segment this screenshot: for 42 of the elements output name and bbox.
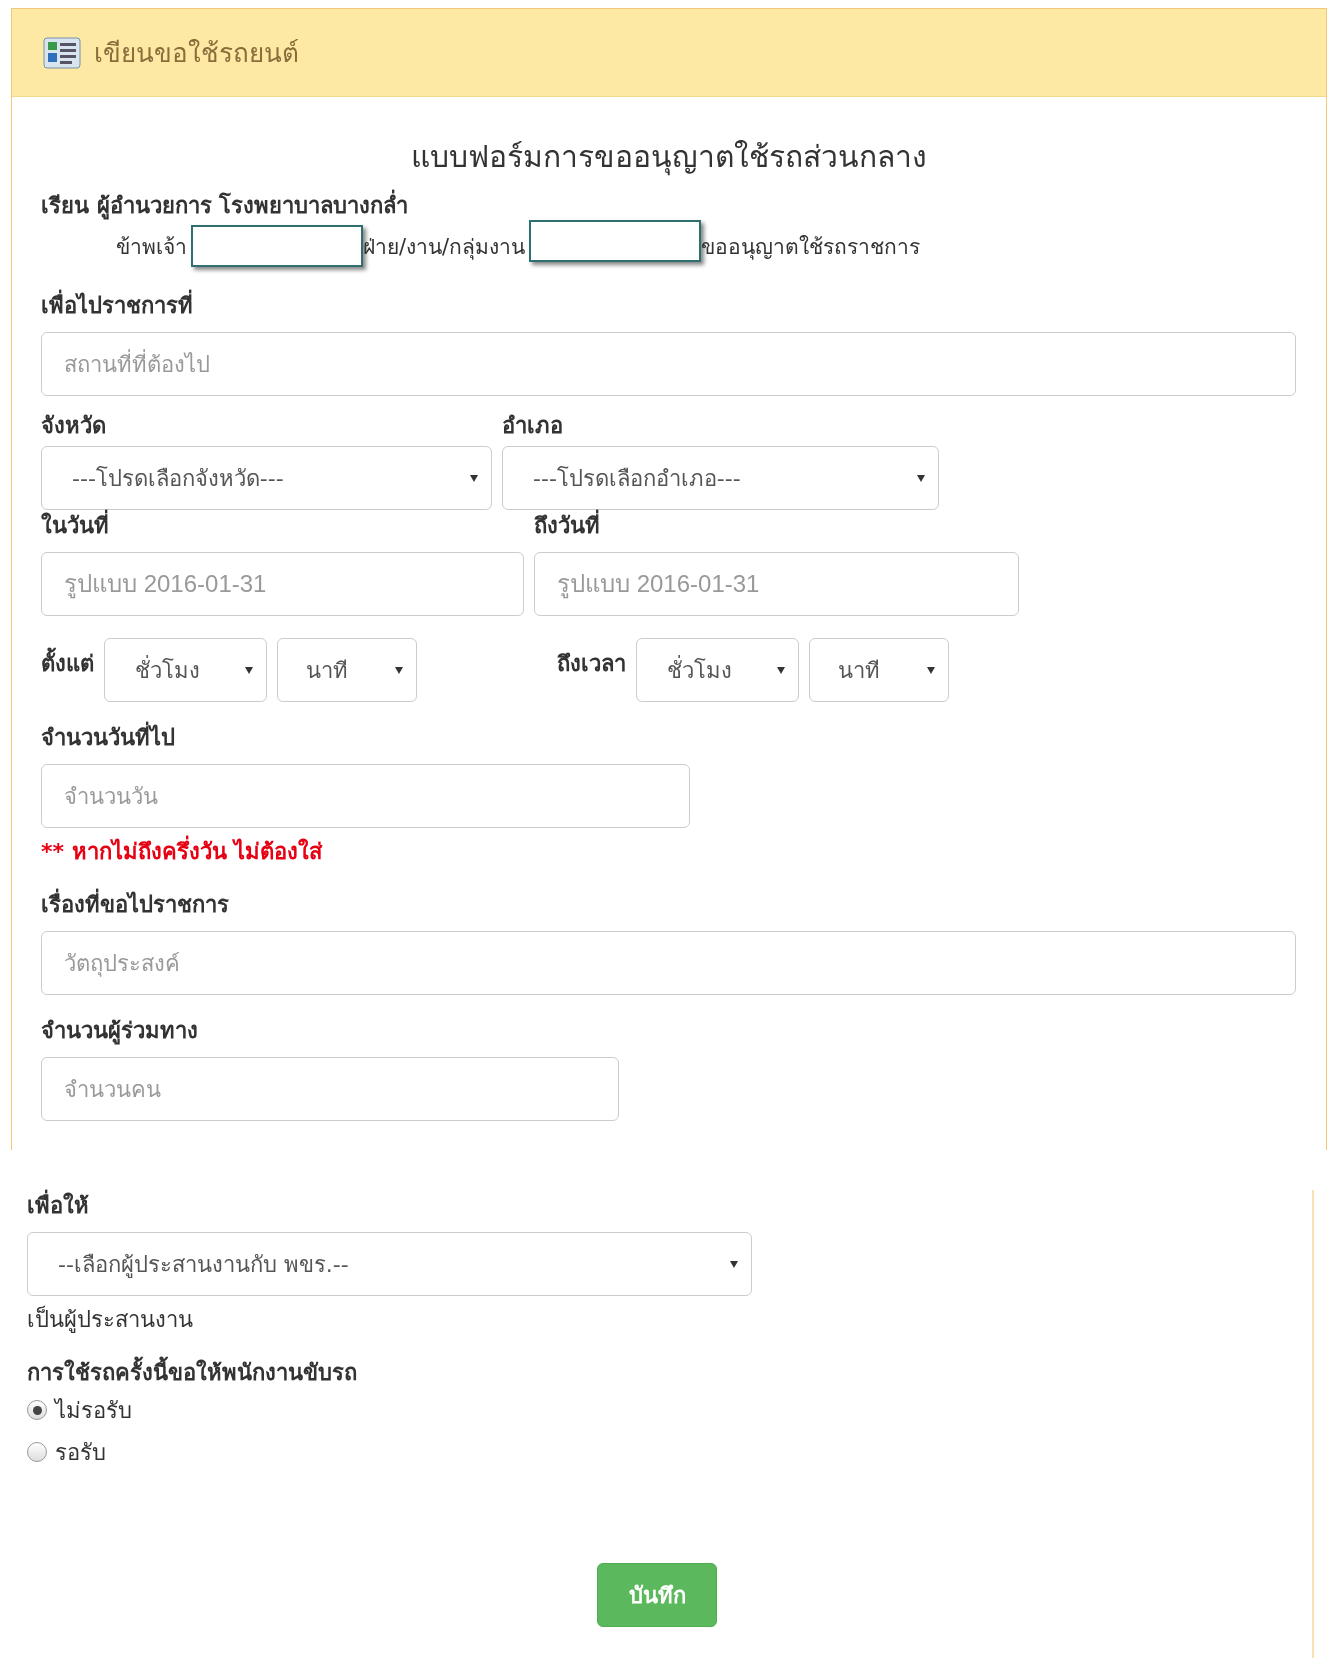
field-label: เรื่องที่ขอไปราชการ — [41, 889, 1296, 921]
field-label: จำนวนผู้ร่วมทาง — [41, 1017, 199, 1047]
field-label: ถึงวันที่ — [534, 510, 1019, 542]
dropdown[interactable]: --เลือกผู้ประสานงานกับ พขร.-- — [27, 1232, 752, 1296]
field-label: ถึงเวลา — [557, 650, 626, 678]
field-label: จังหวัด — [41, 412, 107, 440]
dropdown[interactable]: นาที — [277, 638, 417, 702]
caret-icon — [469, 473, 479, 483]
radio-label: รอรับ — [55, 1438, 106, 1467]
input-field[interactable] — [529, 220, 702, 262]
field-label: จำนวนวันที่ไป — [41, 722, 1296, 754]
field-label: การใช้รถครั้งนี้ขอให้พนักงานขับรถ — [27, 1357, 1312, 1389]
field-label: ในวันที่ — [41, 510, 524, 542]
warning-note: ** หากไม่ถึงครึ่งวัน ไม่ต้องใส่ — [41, 834, 1296, 869]
caret-icon — [244, 665, 254, 675]
salutation: เรียน ผู้อำนวยการ โรงพยาบาลบางกล่ำ — [41, 190, 1296, 222]
input-field[interactable] — [191, 225, 363, 267]
caret-icon — [394, 665, 404, 675]
caret-icon — [926, 665, 936, 675]
date-field[interactable]: รูปแบบ 2016-01-31 — [41, 552, 524, 616]
caret-icon — [916, 473, 926, 483]
panel-title: เขียนขอใช้รถยนต์ — [94, 37, 299, 70]
field-label: เพื่อให้ — [27, 1190, 1312, 1222]
caret-icon — [729, 1259, 739, 1269]
date-field[interactable]: รูปแบบ 2016-01-31 — [534, 552, 1019, 616]
dropdown[interactable]: ---โปรดเลือกอำเภอ--- — [502, 446, 939, 510]
dropdown[interactable]: ชั่วโมง — [636, 638, 799, 702]
helper-text: เป็นผู้ประสานงาน — [27, 1304, 194, 1335]
form-title: แบบฟอร์มการขออนุญาตใช้รถส่วนกลาง — [409, 138, 928, 178]
field-label: ตั้งแต่ — [41, 648, 94, 680]
dropdown[interactable]: ชั่วโมง — [104, 638, 267, 702]
radio-button[interactable] — [27, 1442, 47, 1462]
dropdown[interactable]: ---โปรดเลือกจังหวัด--- — [41, 446, 492, 510]
inline-label: ฝ่าย/งาน/กลุ่มงาน — [363, 233, 526, 262]
radio-label: ไม่รอรับ — [55, 1396, 132, 1425]
field-label: อำเภอ — [502, 412, 564, 440]
caret-icon — [776, 665, 786, 675]
dropdown[interactable]: นาที — [809, 638, 949, 702]
inline-label: ข้าพเจ้า — [116, 233, 187, 261]
inline-label: ขออนุญาตใช้รถราชการ — [701, 233, 921, 262]
field-label: เพื่อไปราชการที่ — [41, 290, 1296, 322]
radio-button[interactable] — [27, 1400, 47, 1420]
